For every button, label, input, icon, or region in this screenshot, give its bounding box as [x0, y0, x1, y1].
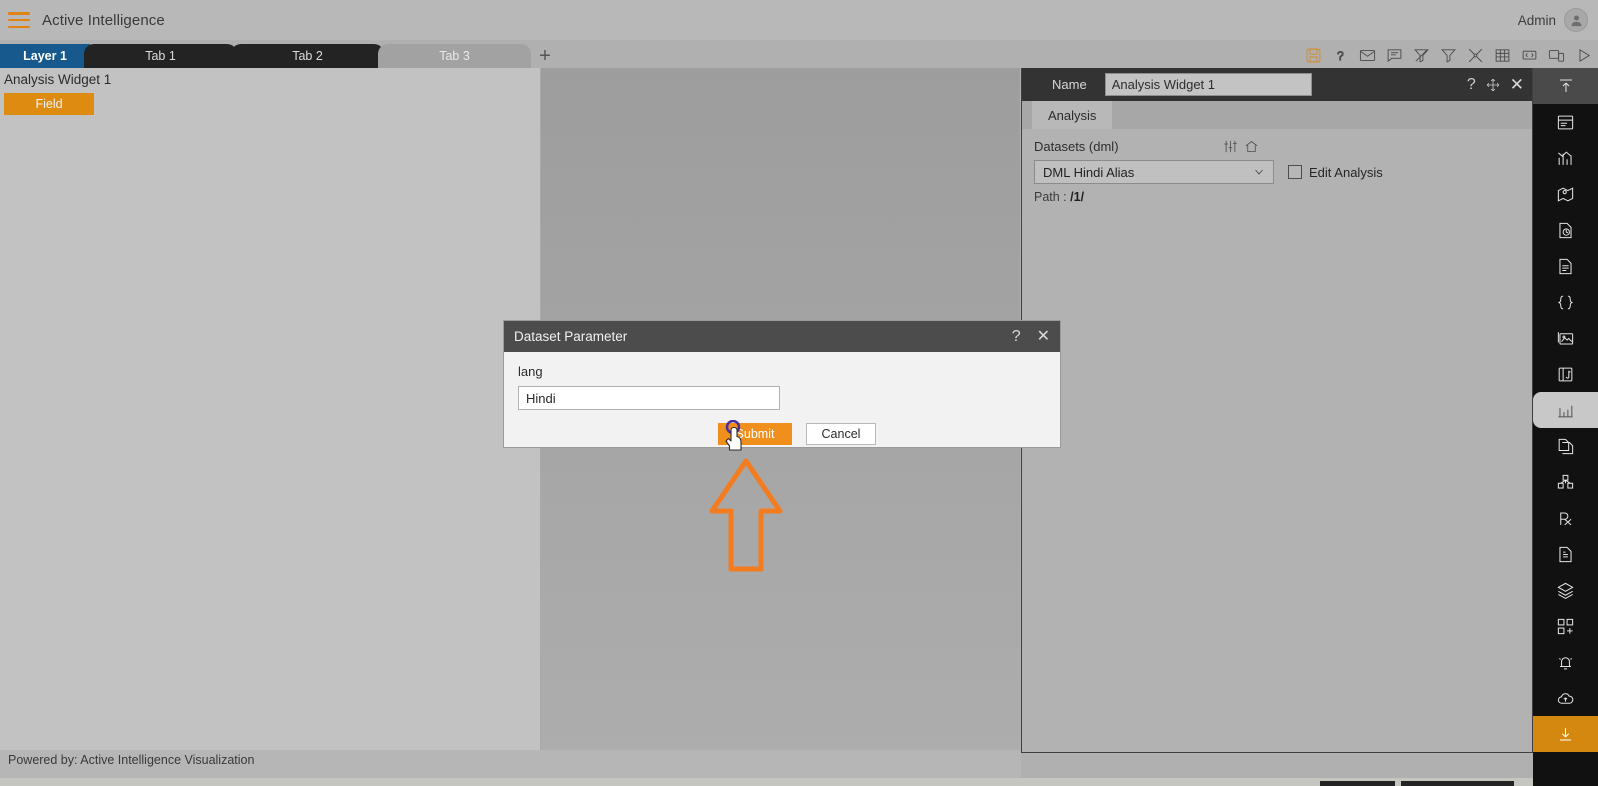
map-icon[interactable] — [1533, 176, 1598, 212]
user-label: Admin — [1517, 12, 1556, 28]
move-icon[interactable] — [1486, 78, 1500, 92]
close-icon[interactable]: ✕ — [1510, 76, 1524, 93]
canvas-left-pane — [0, 68, 540, 754]
lang-field-label: lang — [518, 364, 543, 379]
chevron-down-icon — [1253, 166, 1265, 178]
add-tab-button[interactable]: + — [531, 44, 559, 68]
path-row: Path : /1/ — [1034, 190, 1520, 204]
tab-tab-1[interactable]: Tab 1 — [84, 44, 237, 68]
field-chip-button[interactable]: Field — [4, 93, 94, 115]
submit-button[interactable]: Submit — [718, 423, 792, 445]
add-widget-icon[interactable] — [1533, 608, 1598, 644]
layout-note-icon[interactable] — [1533, 356, 1598, 392]
document-text-icon[interactable] — [1533, 248, 1598, 284]
report-icon[interactable] — [1533, 536, 1598, 572]
widget-properties-panel: Name ? ✕ Analysis Datasets (dml) — [1021, 68, 1533, 786]
edit-analysis-checkbox[interactable]: Edit Analysis — [1288, 165, 1383, 180]
name-label: Name — [1052, 77, 1087, 92]
tab-layer-1[interactable]: Layer 1 — [0, 44, 90, 68]
page-title: Active Intelligence — [42, 11, 165, 29]
dataset-select[interactable]: DML Hindi Alias — [1034, 160, 1274, 184]
tab-analysis[interactable]: Analysis — [1032, 101, 1113, 129]
dataset-select-value: DML Hindi Alias — [1043, 164, 1135, 180]
panel-header-icons: ? ✕ — [1467, 76, 1524, 93]
dataset-select-row: DML Hindi Alias Edit Analysis — [1034, 160, 1520, 184]
settings-sliders-icon[interactable] — [1223, 139, 1238, 154]
widget-name-input[interactable] — [1104, 73, 1312, 96]
document-refresh-icon[interactable] — [1533, 212, 1598, 248]
analysis-chart-icon[interactable] — [1533, 392, 1598, 428]
header-user-area: Admin — [1518, 8, 1588, 32]
analysis-widget-title: Analysis Widget 1 — [4, 72, 112, 87]
datasets-row: Datasets (dml) — [1034, 139, 1520, 154]
tab-tab-2[interactable]: Tab 2 — [231, 44, 384, 68]
powered-by-label: Powered by: Active Intelligence Visualiz… — [8, 753, 255, 767]
panel-body: Datasets (dml) DML Hindi Alias Edit Anal… — [1022, 129, 1532, 786]
edit-analysis-label: Edit Analysis — [1309, 164, 1383, 180]
panel-footer-actions: Cancel Save and Exit — [1022, 781, 1534, 786]
right-icon-rail — [1533, 68, 1598, 786]
prescription-icon[interactable] — [1533, 500, 1598, 536]
help-icon[interactable]: ? — [1467, 76, 1476, 93]
path-label: Path : — [1034, 190, 1067, 204]
tab-tab-3[interactable]: Tab 3 — [378, 44, 531, 68]
cloud-upload-icon[interactable] — [1533, 680, 1598, 716]
layer-tab-strip: Layer 1 Tab 1 Tab 2 Tab 3 + — [0, 44, 1598, 68]
dialog-header-icons: ? ✕ — [1012, 328, 1050, 345]
alert-bell-icon[interactable] — [1533, 644, 1598, 680]
dialog-actions: Submit Cancel — [518, 423, 1046, 445]
chart-bar-icon[interactable] — [1533, 140, 1598, 176]
checkbox-box — [1288, 165, 1302, 179]
dialog-body: lang Submit Cancel — [504, 352, 1060, 445]
image-icon[interactable] — [1533, 320, 1598, 356]
dataset-parameter-dialog: Dataset Parameter ? ✕ lang Submit Cancel — [503, 320, 1061, 448]
dataset-actions — [1223, 139, 1259, 154]
layers-icon[interactable] — [1533, 572, 1598, 608]
panel-cancel-button[interactable]: Cancel — [1319, 781, 1395, 786]
datasets-label: Datasets (dml) — [1034, 139, 1119, 154]
cubes-icon[interactable] — [1533, 464, 1598, 500]
braces-icon[interactable] — [1533, 284, 1598, 320]
user-avatar-icon[interactable] — [1564, 8, 1588, 32]
dialog-cancel-button[interactable]: Cancel — [806, 423, 876, 445]
download-icon[interactable] — [1533, 716, 1598, 752]
window-icon[interactable] — [1533, 104, 1598, 140]
panel-header: Name ? ✕ — [1022, 68, 1532, 101]
collapse-up-icon[interactable] — [1533, 68, 1598, 104]
dialog-header: Dataset Parameter ? ✕ — [504, 321, 1060, 352]
panel-tab-strip: Analysis — [1022, 101, 1532, 129]
path-value: /1/ — [1070, 190, 1085, 204]
lang-field-input[interactable] — [518, 386, 780, 410]
dialog-close-icon[interactable]: ✕ — [1037, 328, 1050, 345]
dialog-help-icon[interactable]: ? — [1012, 328, 1021, 345]
hamburger-icon[interactable] — [8, 12, 30, 28]
home-icon[interactable] — [1244, 139, 1259, 154]
copy-page-icon[interactable] — [1533, 428, 1598, 464]
application-root: Active Intelligence Admin ? Layer 1 Tab … — [0, 0, 1598, 786]
dialog-title: Dataset Parameter — [514, 329, 628, 344]
top-header-bar: Active Intelligence Admin — [0, 0, 1598, 40]
panel-save-exit-button[interactable]: Save and Exit — [1400, 781, 1514, 786]
